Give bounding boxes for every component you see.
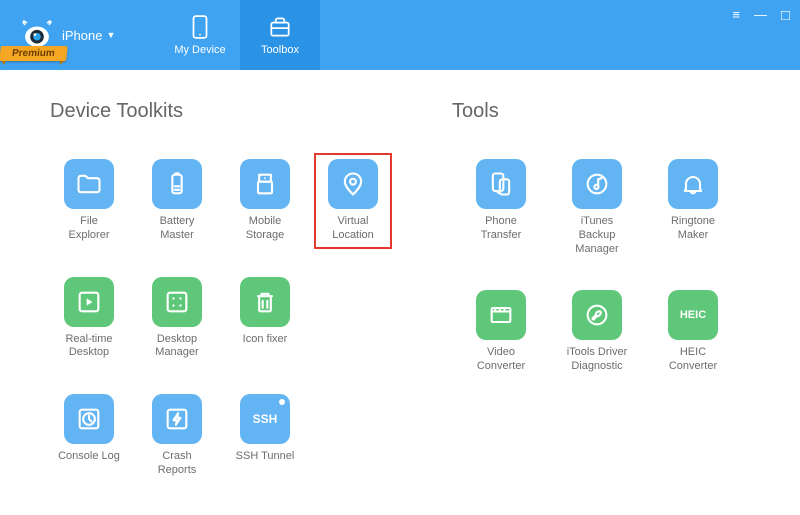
device-label-text: iPhone xyxy=(62,28,102,43)
tool-label: File Explorer xyxy=(69,215,110,243)
tool-virtual-location[interactable]: Virtual Location xyxy=(314,153,392,249)
grid-icon xyxy=(152,277,202,327)
tool-console-log[interactable]: Console Log xyxy=(50,388,128,484)
tool-label: Virtual Location xyxy=(320,215,386,243)
tool-itunes-backup[interactable]: iTunes Backup Manager xyxy=(558,153,636,262)
brand-area: iPhone ▼ Premium xyxy=(0,0,160,70)
transfer-icon xyxy=(476,159,526,209)
menu-icon[interactable]: ≡ xyxy=(732,8,740,21)
tool-label: Icon fixer xyxy=(243,333,288,347)
bolt-icon xyxy=(152,394,202,444)
device-toolkits-title: Device Toolkits xyxy=(50,100,392,123)
caret-down-icon: ▼ xyxy=(106,30,115,40)
content-area: Device Toolkits File Explorer Battery Mas… xyxy=(0,70,800,484)
tool-label: Console Log xyxy=(58,450,120,464)
device-toolkits-grid: File Explorer Battery Master Mobile Storag… xyxy=(50,153,392,484)
video-icon xyxy=(476,290,526,340)
tool-battery-master[interactable]: Battery Master xyxy=(138,153,216,249)
tablet-icon xyxy=(187,14,213,40)
device-toolkits-section: Device Toolkits File Explorer Battery Mas… xyxy=(50,100,392,484)
play-icon xyxy=(64,277,114,327)
tool-itools-driver[interactable]: iTools Driver Diagnostic xyxy=(558,284,636,380)
device-selector[interactable]: iPhone ▼ xyxy=(62,28,115,43)
tool-heic-converter[interactable]: HEIC HEIC Converter xyxy=(654,284,732,380)
tool-phone-transfer[interactable]: Phone Transfer xyxy=(462,153,540,262)
tool-mobile-storage[interactable]: Mobile Storage xyxy=(226,153,304,249)
nav-toolbox[interactable]: Toolbox xyxy=(240,0,320,70)
tool-label: Real-time Desktop xyxy=(65,333,112,361)
nav-toolbox-label: Toolbox xyxy=(261,44,299,56)
tool-video-converter[interactable]: Video Converter xyxy=(462,284,540,380)
tool-label: iTools Driver Diagnostic xyxy=(567,346,628,374)
ssh-icon: SSH xyxy=(240,394,290,444)
window-controls: ≡ — □ xyxy=(732,0,800,70)
nav-my-device[interactable]: My Device xyxy=(160,0,240,70)
tool-file-explorer[interactable]: File Explorer xyxy=(50,153,128,249)
tools-section: Tools Phone Transfer iTunes Backup Manage… xyxy=(452,100,770,484)
tool-label: Phone Transfer xyxy=(468,215,534,243)
trash-icon xyxy=(240,277,290,327)
tools-title: Tools xyxy=(452,100,770,123)
tool-label: Ringtone Maker xyxy=(660,215,726,243)
wrench-icon xyxy=(572,290,622,340)
tool-label: Battery Master xyxy=(144,215,210,243)
pin-icon xyxy=(328,159,378,209)
tool-ssh-tunnel[interactable]: SSH SSH Tunnel xyxy=(226,388,304,484)
usb-icon xyxy=(240,159,290,209)
folder-icon xyxy=(64,159,114,209)
tool-icon-fixer[interactable]: Icon fixer xyxy=(226,271,304,367)
topbar: iPhone ▼ Premium My Device Toolbox ≡ — □ xyxy=(0,0,800,70)
tool-label: Desktop Manager xyxy=(155,333,198,361)
tool-label: Mobile Storage xyxy=(232,215,298,243)
nav-my-device-label: My Device xyxy=(174,44,225,56)
bell-icon xyxy=(668,159,718,209)
premium-badge: Premium xyxy=(0,46,68,61)
itunes-icon xyxy=(572,159,622,209)
tool-ringtone-maker[interactable]: Ringtone Maker xyxy=(654,153,732,262)
heic-icon: HEIC xyxy=(668,290,718,340)
tool-label: SSH Tunnel xyxy=(236,450,295,464)
tools-grid: Phone Transfer iTunes Backup Manager Ringt… xyxy=(462,153,770,380)
tool-label: iTunes Backup Manager xyxy=(564,215,630,256)
tool-label: HEIC Converter xyxy=(660,346,726,374)
tool-label: Video Converter xyxy=(477,346,525,374)
clock-icon xyxy=(64,394,114,444)
tool-desktop-manager[interactable]: Desktop Manager xyxy=(138,271,216,367)
toolbox-icon xyxy=(267,14,293,40)
tool-label: Crash Reports xyxy=(144,450,210,478)
close-icon[interactable]: □ xyxy=(781,8,790,23)
main-nav: My Device Toolbox xyxy=(160,0,320,70)
tool-realtime-desktop[interactable]: Real-time Desktop xyxy=(50,271,128,367)
battery-icon xyxy=(152,159,202,209)
minimize-icon[interactable]: — xyxy=(754,8,767,21)
tool-crash-reports[interactable]: Crash Reports xyxy=(138,388,216,484)
